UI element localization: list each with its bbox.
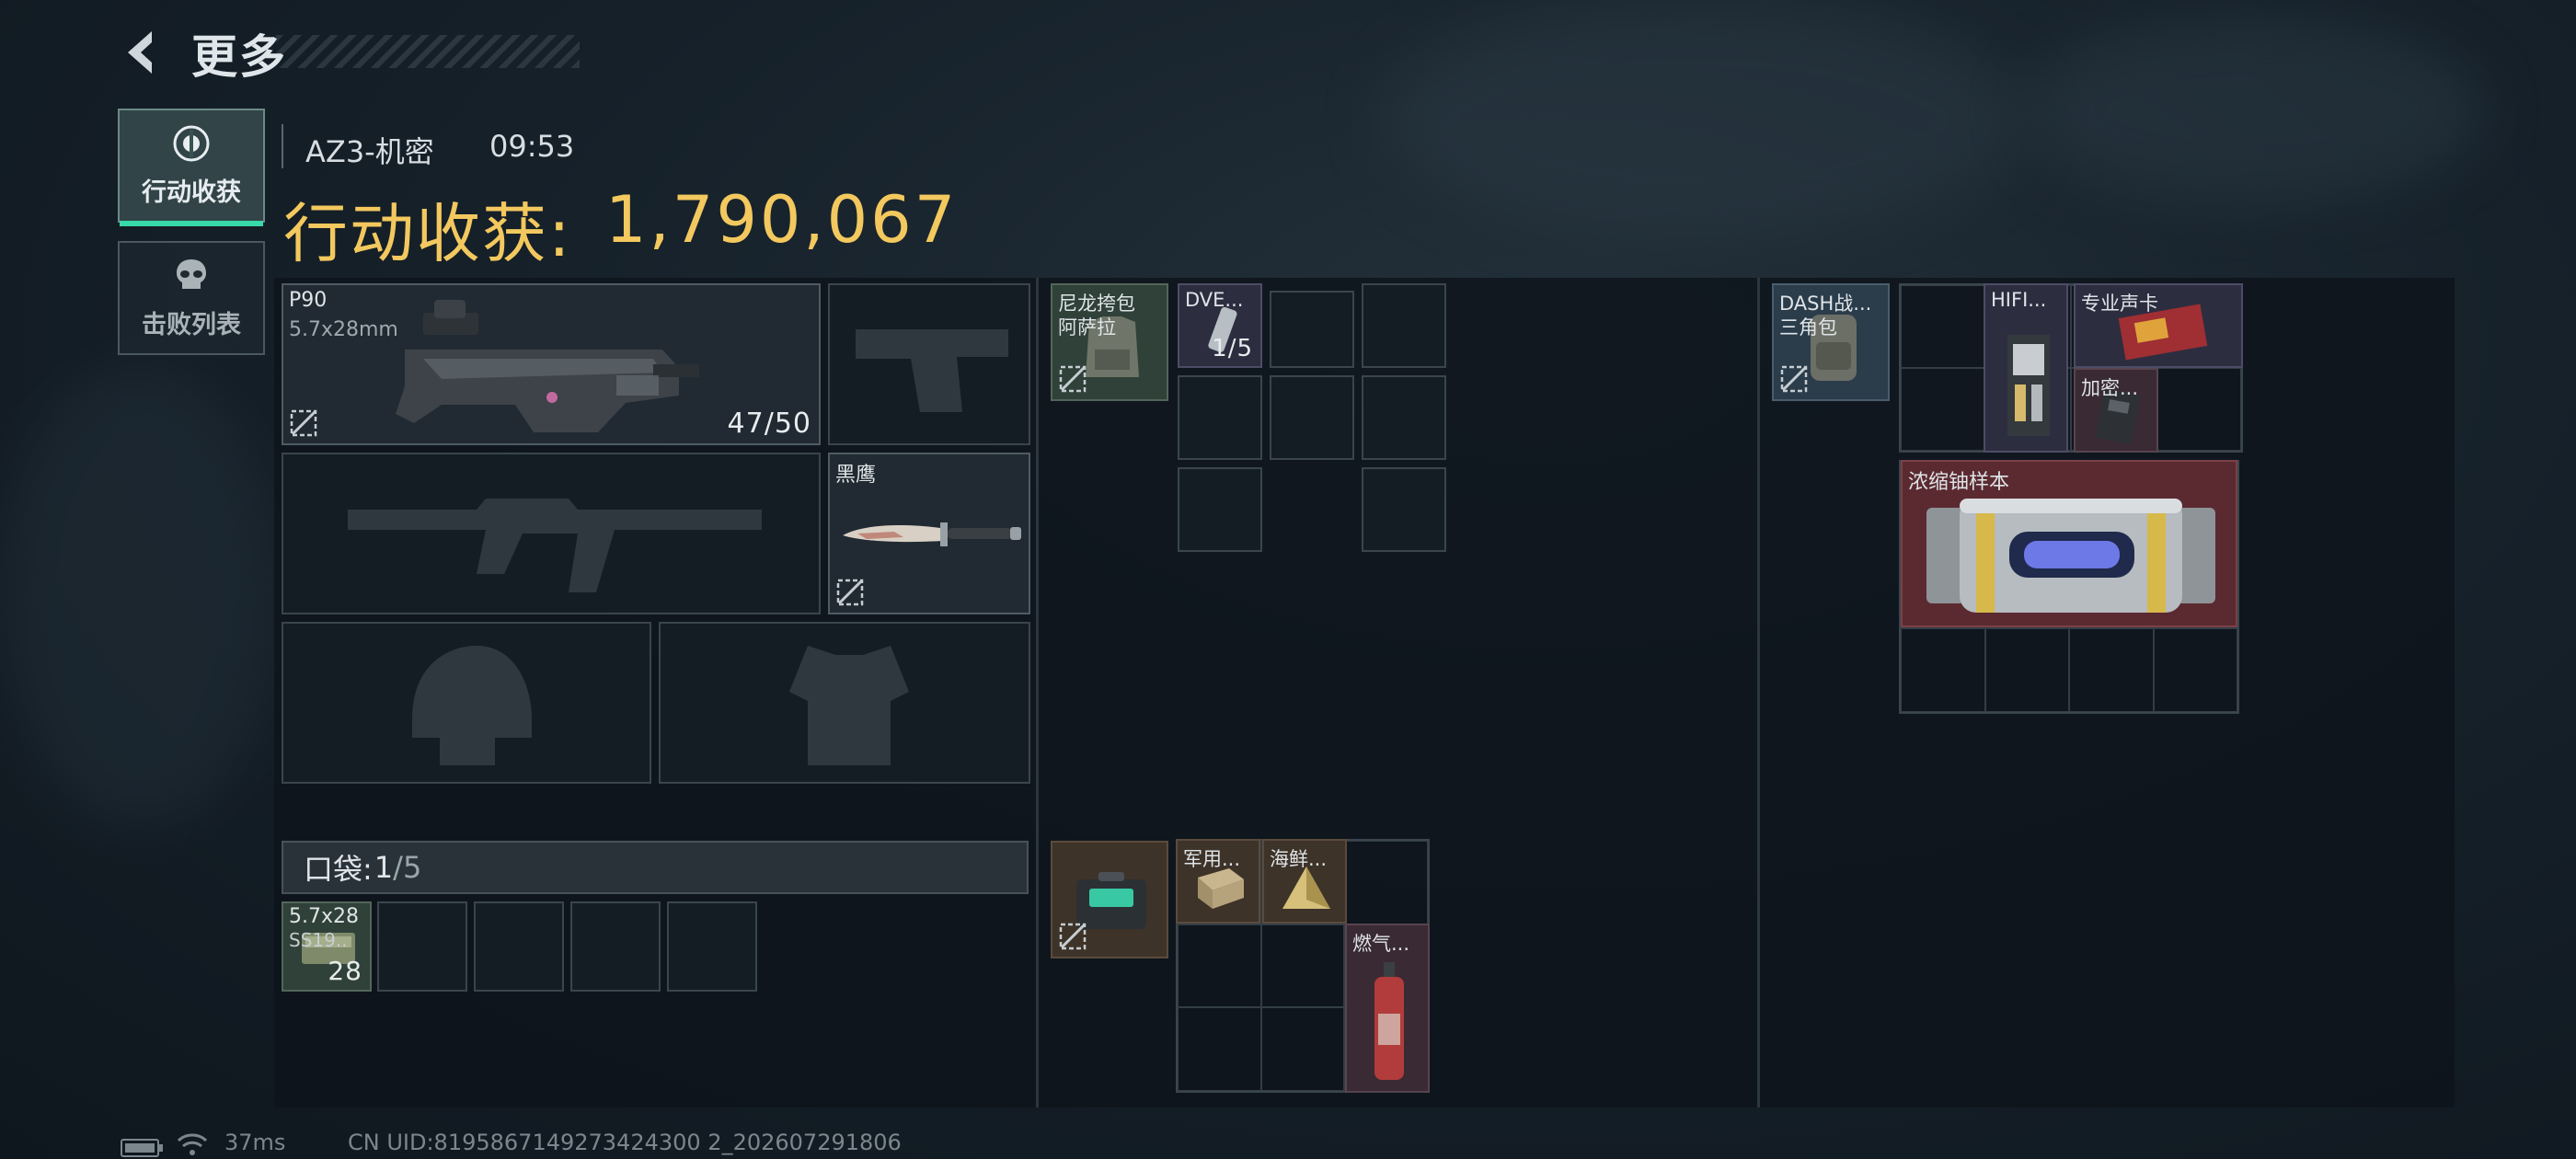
case-item-name: 军用...: [1183, 848, 1241, 870]
case-item-slot[interactable]: 海鲜...: [1262, 839, 1347, 924]
info-separator: [282, 124, 283, 168]
pocket-slot[interactable]: [570, 901, 661, 992]
tab-kill-list[interactable]: 击败列表: [118, 241, 265, 355]
knife-icon: [843, 522, 1021, 546]
chest-rig-slot[interactable]: 尼龙挎包 阿萨拉: [1051, 283, 1168, 401]
backpack-item-slot[interactable]: 加密...: [2074, 368, 2158, 453]
wifi-icon: [177, 1133, 208, 1155]
lock-icon: [1059, 365, 1087, 393]
column-divider: [1757, 278, 1760, 1107]
pocket-item-name-2: SS19..: [289, 929, 348, 951]
rig-slot[interactable]: [1362, 375, 1446, 460]
uid-text: CN UID:8195867149273424300 2_20260729180…: [348, 1130, 902, 1155]
back-arrow-icon: [128, 31, 152, 74]
back-button[interactable]: [118, 26, 164, 79]
backpack-item-name: 浓缩铀样本: [1908, 471, 2010, 494]
page-title: 更多: [191, 30, 287, 84]
pocket-header: 口袋: 1 /5: [282, 841, 1029, 894]
skull-icon: [177, 258, 206, 289]
backpack-item-name: 加密...: [2081, 377, 2139, 399]
match-time: 09:53: [489, 129, 575, 164]
case-item-slot[interactable]: 军用...: [1176, 839, 1260, 924]
pocket-current: 1: [374, 850, 394, 885]
rig-slot[interactable]: [1178, 467, 1262, 552]
tab-operation-loot[interactable]: 行动收获: [118, 109, 265, 226]
map-name: AZ3-机密: [305, 134, 434, 169]
backpack-item-slot[interactable]: 专业声卡: [2074, 283, 2243, 368]
pocket-max: /5: [393, 850, 422, 885]
helmet-icon: [412, 646, 532, 765]
weapon-ammo: 47/50: [727, 407, 811, 440]
case-item-name: 海鲜...: [1270, 848, 1328, 870]
weapon-caliber: 5.7x28mm: [289, 318, 398, 341]
ping-text: 37ms: [224, 1130, 286, 1155]
lock-icon: [836, 579, 864, 606]
tab-label: 行动收获: [142, 178, 241, 207]
gas-canister-icon: [1374, 962, 1404, 1080]
weapon-name: P90: [289, 289, 328, 312]
loot-value: 1,790,067: [605, 182, 959, 258]
rifle-icon: [348, 499, 762, 592]
hifi-card-icon: [2007, 335, 2050, 436]
vest-icon: [789, 646, 909, 765]
melee-slot[interactable]: 黑鹰: [828, 453, 1030, 614]
melee-name: 黑鹰: [835, 464, 877, 487]
backpack-item-name: HIFI...: [1991, 289, 2047, 311]
pocket-slot[interactable]: 5.7x28 SS19.. 28: [282, 901, 372, 992]
title-stripes: [276, 35, 580, 68]
helmet-slot[interactable]: [282, 622, 651, 784]
rig-name-2: 阿萨拉: [1058, 316, 1116, 339]
rig-slot[interactable]: [1270, 291, 1354, 368]
rig-slot[interactable]: [1270, 375, 1354, 460]
rig-item-count: 1/5: [1212, 335, 1253, 362]
rig-slot[interactable]: [1178, 375, 1262, 460]
pocket-slot[interactable]: [667, 901, 757, 992]
target-icon: [173, 125, 210, 161]
pocket-label: 口袋:: [304, 852, 373, 887]
rig-slot[interactable]: [1362, 283, 1446, 368]
rig-item-slot[interactable]: DVE... 1/5: [1178, 283, 1262, 368]
backpack-item-slot[interactable]: 浓缩铀样本: [1901, 460, 2237, 627]
case-item-name: 燃气...: [1352, 933, 1410, 955]
pocket-slot[interactable]: [377, 901, 467, 992]
case-item-slot[interactable]: 燃气...: [1345, 924, 1430, 1093]
tab-label: 击败列表: [142, 310, 241, 339]
secondary-weapon-slot[interactable]: [282, 453, 821, 614]
armor-slot[interactable]: [659, 622, 1030, 784]
backpack-item-name: 专业声卡: [2081, 293, 2158, 315]
lock-icon: [1059, 923, 1087, 950]
pocket-slot[interactable]: [474, 901, 564, 992]
pocket-item-count: 28: [328, 956, 362, 986]
safe-case-slot[interactable]: [1051, 841, 1168, 958]
pistol-slot[interactable]: [828, 283, 1030, 445]
lock-icon: [290, 409, 317, 437]
pocket-item-name: 5.7x28: [289, 905, 360, 928]
backpack-slot[interactable]: DASH战... 三角包: [1772, 283, 1890, 401]
backpack-item-slot[interactable]: HIFI...: [1984, 283, 2068, 453]
lock-icon: [1780, 365, 1808, 393]
rig-slot[interactable]: [1362, 467, 1446, 552]
pistol-icon: [856, 329, 1008, 412]
primary-weapon-slot[interactable]: P90 5.7x28mm 47/50: [282, 283, 821, 445]
p90-icon: [396, 300, 699, 432]
battery-icon: [121, 1139, 163, 1157]
column-divider: [1036, 278, 1039, 1107]
loot-label: 行动收获:: [283, 196, 572, 271]
uranium-canister-icon: [1926, 499, 2215, 613]
backpack-name-2: 三角包: [1779, 316, 1837, 339]
rig-item-name: DVE...: [1185, 289, 1244, 311]
